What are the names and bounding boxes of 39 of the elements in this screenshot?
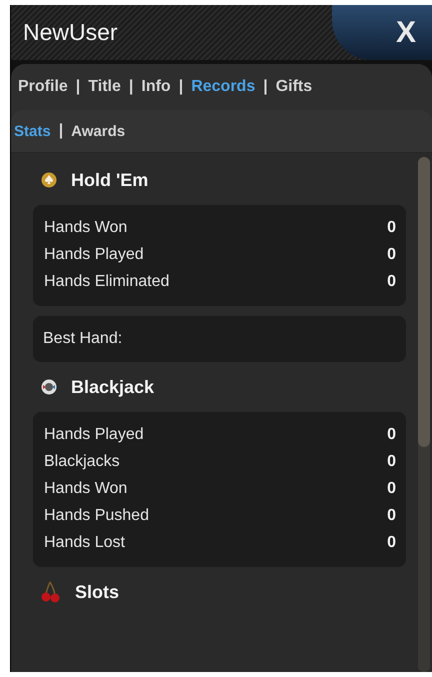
stat-label: Hands Won [44, 218, 128, 236]
chip-icon [41, 379, 57, 395]
spade-coin-icon [41, 172, 57, 188]
section-title: Hold 'Em [71, 170, 148, 190]
stat-label: Hands Played [44, 426, 144, 444]
stat-label: Hands Lost [44, 534, 125, 552]
window-title: NewUser [22, 19, 118, 46]
tab-separator: | [263, 78, 268, 96]
tab-separator: | [128, 78, 134, 96]
stat-value: 0 [387, 480, 396, 498]
stat-value: 0 [387, 218, 396, 236]
scrollbar[interactable] [418, 157, 430, 672]
stat-label: Blackjacks [44, 452, 120, 470]
subtab[interactable]: Stats [14, 122, 51, 140]
subtab[interactable]: Awards [71, 122, 126, 140]
stat-label: Hands Pushed [44, 506, 149, 524]
tab[interactable]: Profile [18, 78, 68, 96]
section-title: Blackjack [71, 376, 154, 398]
tab-separator: | [178, 78, 184, 96]
stat-label: Hands Played [44, 246, 144, 264]
stat-value: 0 [387, 452, 396, 470]
tab-separator: | [58, 122, 64, 140]
section-title: Slots [75, 582, 120, 602]
stat-value: 0 [387, 506, 396, 524]
cherries-icon [41, 581, 61, 603]
scrollbar-thumb[interactable] [418, 157, 430, 447]
tab[interactable]: Records [191, 78, 256, 96]
stat-value: 0 [387, 272, 396, 290]
tab[interactable]: Gifts [276, 78, 312, 96]
best-hand-label: Best Hand: [43, 330, 124, 348]
tab[interactable]: Info [141, 78, 171, 96]
stat-value: 0 [387, 246, 396, 264]
stat-label: Hands Won [44, 480, 128, 498]
stat-value: 0 [387, 426, 396, 444]
close-button[interactable]: X [332, 5, 432, 60]
stat-value: 0 [387, 534, 396, 552]
tab-separator: | [76, 78, 80, 96]
stat-label: Hands Eliminated [44, 272, 170, 290]
tab[interactable]: Title [88, 78, 121, 96]
